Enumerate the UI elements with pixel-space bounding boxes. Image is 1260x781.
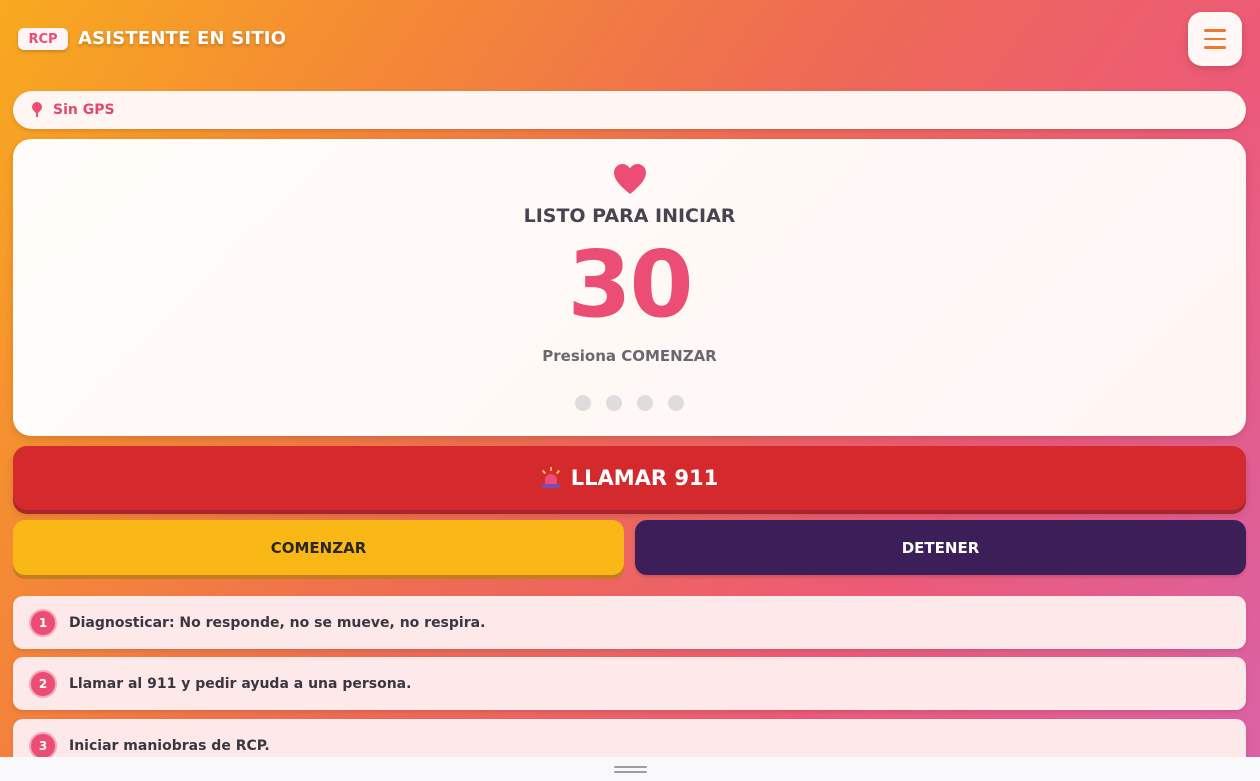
hamburger-menu-icon-bar	[1204, 46, 1226, 49]
step-item: 1 Diagnosticar: No responde, no se mueve…	[13, 596, 1246, 649]
progress-dots	[13, 395, 1246, 411]
step-number: 1	[29, 608, 57, 637]
siren-icon	[541, 467, 561, 489]
step-text: Llamar al 911 y pedir ayuda a una person…	[69, 675, 412, 692]
heart-icon	[614, 164, 646, 194]
menu-button[interactable]	[1188, 12, 1242, 66]
app-header: RCP ASISTENTE EN SITIO	[0, 0, 1260, 80]
call-911-label: LLAMAR 911	[570, 466, 719, 490]
progress-dot	[668, 395, 684, 411]
compression-counter: 30	[567, 231, 693, 338]
progress-dot	[606, 395, 622, 411]
stop-button[interactable]: DETENER	[635, 520, 1246, 575]
progress-dot	[575, 395, 591, 411]
step-item: 2 Llamar al 911 y pedir ayuda a una pers…	[13, 657, 1246, 710]
gps-status-bar: Sin GPS	[13, 91, 1246, 129]
call-911-button[interactable]: LLAMAR 911	[13, 446, 1246, 510]
step-number: 3	[29, 731, 57, 760]
step-text: Diagnosticar: No responde, no se mueve, …	[69, 614, 486, 631]
bottom-sheet-bar	[0, 757, 1260, 781]
hamburger-menu-icon-bar	[1204, 37, 1226, 41]
map-pin-icon	[31, 102, 43, 118]
progress-dot	[637, 395, 653, 411]
step-number: 2	[29, 669, 57, 698]
app-title: ASISTENTE EN SITIO	[78, 28, 287, 49]
start-button[interactable]: COMENZAR	[13, 520, 624, 575]
hamburger-menu-icon	[1204, 29, 1226, 32]
cpr-status-panel: LISTO PARA INICIAR 30 Presiona COMENZAR	[13, 139, 1246, 436]
status-title: LISTO PARA INICIAR	[523, 205, 736, 227]
hint-text: Presiona COMENZAR	[542, 347, 717, 365]
drag-handle[interactable]	[614, 766, 647, 776]
gps-status-text: Sin GPS	[53, 102, 115, 118]
rcp-logo: RCP	[18, 28, 68, 50]
step-text: Iniciar maniobras de RCP.	[69, 737, 270, 754]
